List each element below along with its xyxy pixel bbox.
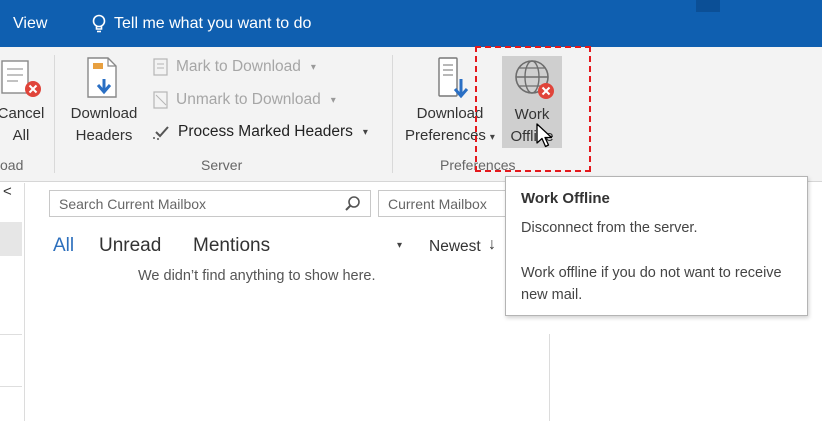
process-marked-headers-label: Process Marked Headers [178,123,353,140]
work-offline-tooltip: Work Offline Disconnect from the server.… [505,176,808,316]
filter-dropdown-icon[interactable]: ▾ [397,240,402,251]
window-control[interactable] [696,0,720,12]
chevron-down-icon: ▾ [310,61,316,73]
pane-divider [24,183,25,421]
unmark-to-download-label: Unmark to Download [176,91,321,108]
search-placeholder: Search Current Mailbox [59,196,207,212]
unmark-to-download-button[interactable]: Unmark to Download ▾ [152,88,336,112]
empty-list-message: We didn’t find anything to show here. [138,268,376,284]
tooltip-title: Work Offline [521,190,610,207]
tooltip-description: Disconnect from the server. [521,220,698,236]
cancel-all-label-1: Cancel [0,105,45,122]
chevron-down-icon: ▾ [362,126,368,138]
arrow-down-icon[interactable]: ↓ [488,236,496,254]
search-input[interactable]: Search Current Mailbox [49,190,371,217]
send-receive-group-label: oad [0,157,24,173]
collapse-pane-icon[interactable]: < [3,183,12,200]
download-headers-icon [87,57,117,98]
lightbulb-icon [92,14,106,33]
tell-me-label: Tell me what you want to do [114,15,312,32]
server-group-label: Server [201,157,243,173]
search-scope-dropdown[interactable]: Current Mailbox [378,190,510,217]
download-headers-button[interactable]: Download Headers [60,103,148,147]
process-marked-headers-button[interactable]: Process Marked Headers ▾ [152,120,368,144]
search-scope-value: Current Mailbox [388,196,487,212]
filter-unread-tab[interactable]: Unread [99,235,161,257]
unmark-download-icon [153,91,168,109]
tell-me-search[interactable]: Tell me what you want to do [92,13,311,35]
highlight-box [475,46,591,172]
cancel-all-icon [1,60,41,97]
cancel-all-button[interactable]: Cancel All [0,103,48,147]
mark-download-icon [153,58,168,76]
pane-divider [549,334,550,421]
divider [0,334,22,335]
mark-to-download-button[interactable]: Mark to Download ▾ [152,55,316,79]
mouse-cursor-icon [536,123,553,148]
mark-to-download-label: Mark to Download [176,58,301,75]
tooltip-detail: Work offline if you do not want to recei… [521,265,782,303]
download-headers-label-1: Download [70,105,138,122]
folder-pane-selected[interactable] [0,222,22,256]
divider [0,386,22,387]
filter-mentions-tab[interactable]: Mentions [193,235,270,257]
search-icon[interactable] [344,195,362,213]
download-headers-label-2: Headers [75,127,133,144]
cancel-all-label-2: All [12,127,30,144]
tab-view[interactable]: View [13,15,47,33]
filter-all-tab[interactable]: All [53,235,74,257]
sort-order-button[interactable]: Newest [429,238,481,256]
download-preferences-icon [438,57,469,99]
ribbon: Cancel All oad Download Headers Mark to … [0,47,822,182]
download-preferences-label-2: Preferences [405,127,486,144]
chevron-down-icon: ▾ [330,94,336,106]
process-checkmark-icon [153,126,169,140]
